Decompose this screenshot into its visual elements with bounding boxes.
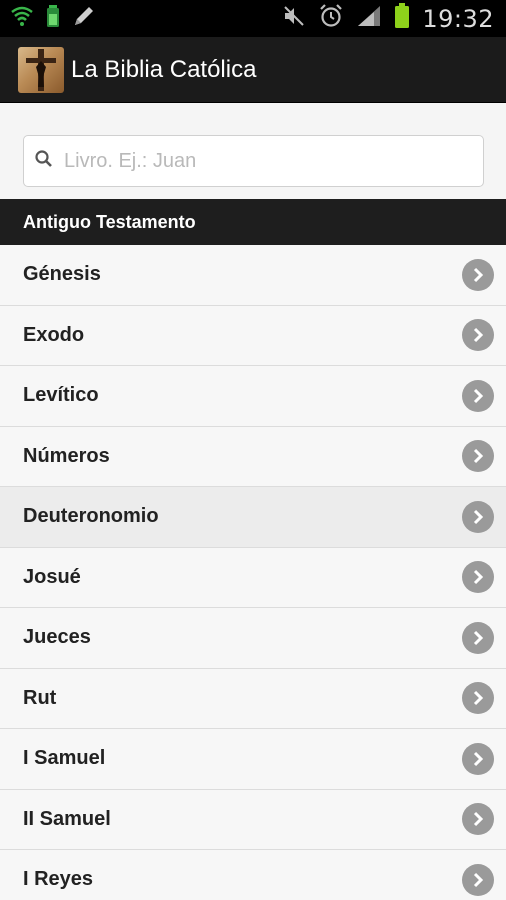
- book-label: I Samuel: [23, 747, 106, 770]
- list-item[interactable]: Levítico: [0, 366, 506, 427]
- list-item[interactable]: Deuteronomio: [0, 487, 506, 548]
- search-box[interactable]: [23, 135, 484, 187]
- chevron-right-icon[interactable]: [462, 682, 494, 715]
- chevron-right-icon[interactable]: [462, 742, 494, 775]
- battery-icon: [394, 3, 410, 34]
- alarm-icon: [318, 3, 344, 34]
- list-item[interactable]: Rut: [0, 668, 506, 729]
- battery-usb-icon: [46, 4, 60, 33]
- book-label: Deuteronomio: [23, 505, 159, 528]
- list-item[interactable]: Josué: [0, 547, 506, 608]
- search-input[interactable]: [64, 149, 464, 173]
- book-label: Exodo: [23, 323, 85, 346]
- book-label: II Samuel: [23, 807, 111, 830]
- list-item[interactable]: Génesis: [0, 245, 506, 306]
- book-label: Números: [23, 444, 110, 467]
- book-label: Levítico: [23, 384, 99, 407]
- signal-icon: [356, 4, 382, 33]
- chevron-right-icon[interactable]: [462, 379, 494, 412]
- book-label: Josué: [23, 565, 81, 588]
- crucifix-logo[interactable]: [18, 46, 64, 93]
- list-item[interactable]: Jueces: [0, 608, 506, 669]
- chevron-right-icon[interactable]: [462, 863, 494, 896]
- search-icon: [34, 149, 54, 174]
- list-item[interactable]: II Samuel: [0, 789, 506, 850]
- list-item[interactable]: Exodo: [0, 305, 506, 366]
- wifi-icon: [10, 5, 34, 32]
- app-bar: La Biblia Católica: [0, 37, 506, 103]
- chevron-right-icon[interactable]: [462, 258, 494, 291]
- chevron-right-icon[interactable]: [462, 803, 494, 836]
- book-label: Jueces: [23, 626, 91, 649]
- status-time: 19:32: [422, 4, 494, 33]
- chevron-right-icon[interactable]: [462, 319, 494, 352]
- chevron-right-icon[interactable]: [462, 621, 494, 654]
- list-item[interactable]: Números: [0, 426, 506, 487]
- book-label: Génesis: [23, 263, 101, 286]
- list-item[interactable]: I Reyes: [0, 850, 506, 900]
- book-label: I Reyes: [23, 868, 94, 891]
- app-title: La Biblia Católica: [71, 55, 257, 83]
- chevron-right-icon[interactable]: [462, 440, 494, 473]
- status-right-icons: 19:32: [282, 3, 494, 34]
- status-left-icons: [10, 4, 96, 33]
- book-label: Rut: [23, 686, 57, 709]
- chevron-right-icon[interactable]: [462, 561, 494, 594]
- chevron-right-icon[interactable]: [462, 500, 494, 533]
- section-title: Antiguo Testamento: [23, 211, 196, 232]
- list-item[interactable]: I Samuel: [0, 729, 506, 790]
- mute-icon: [282, 4, 306, 33]
- pencil-icon: [72, 4, 96, 33]
- section-header: Antiguo Testamento: [0, 199, 506, 245]
- status-bar: 19:32: [0, 0, 506, 37]
- book-list: Génesis Exodo Levítico Números Deuterono…: [0, 245, 506, 900]
